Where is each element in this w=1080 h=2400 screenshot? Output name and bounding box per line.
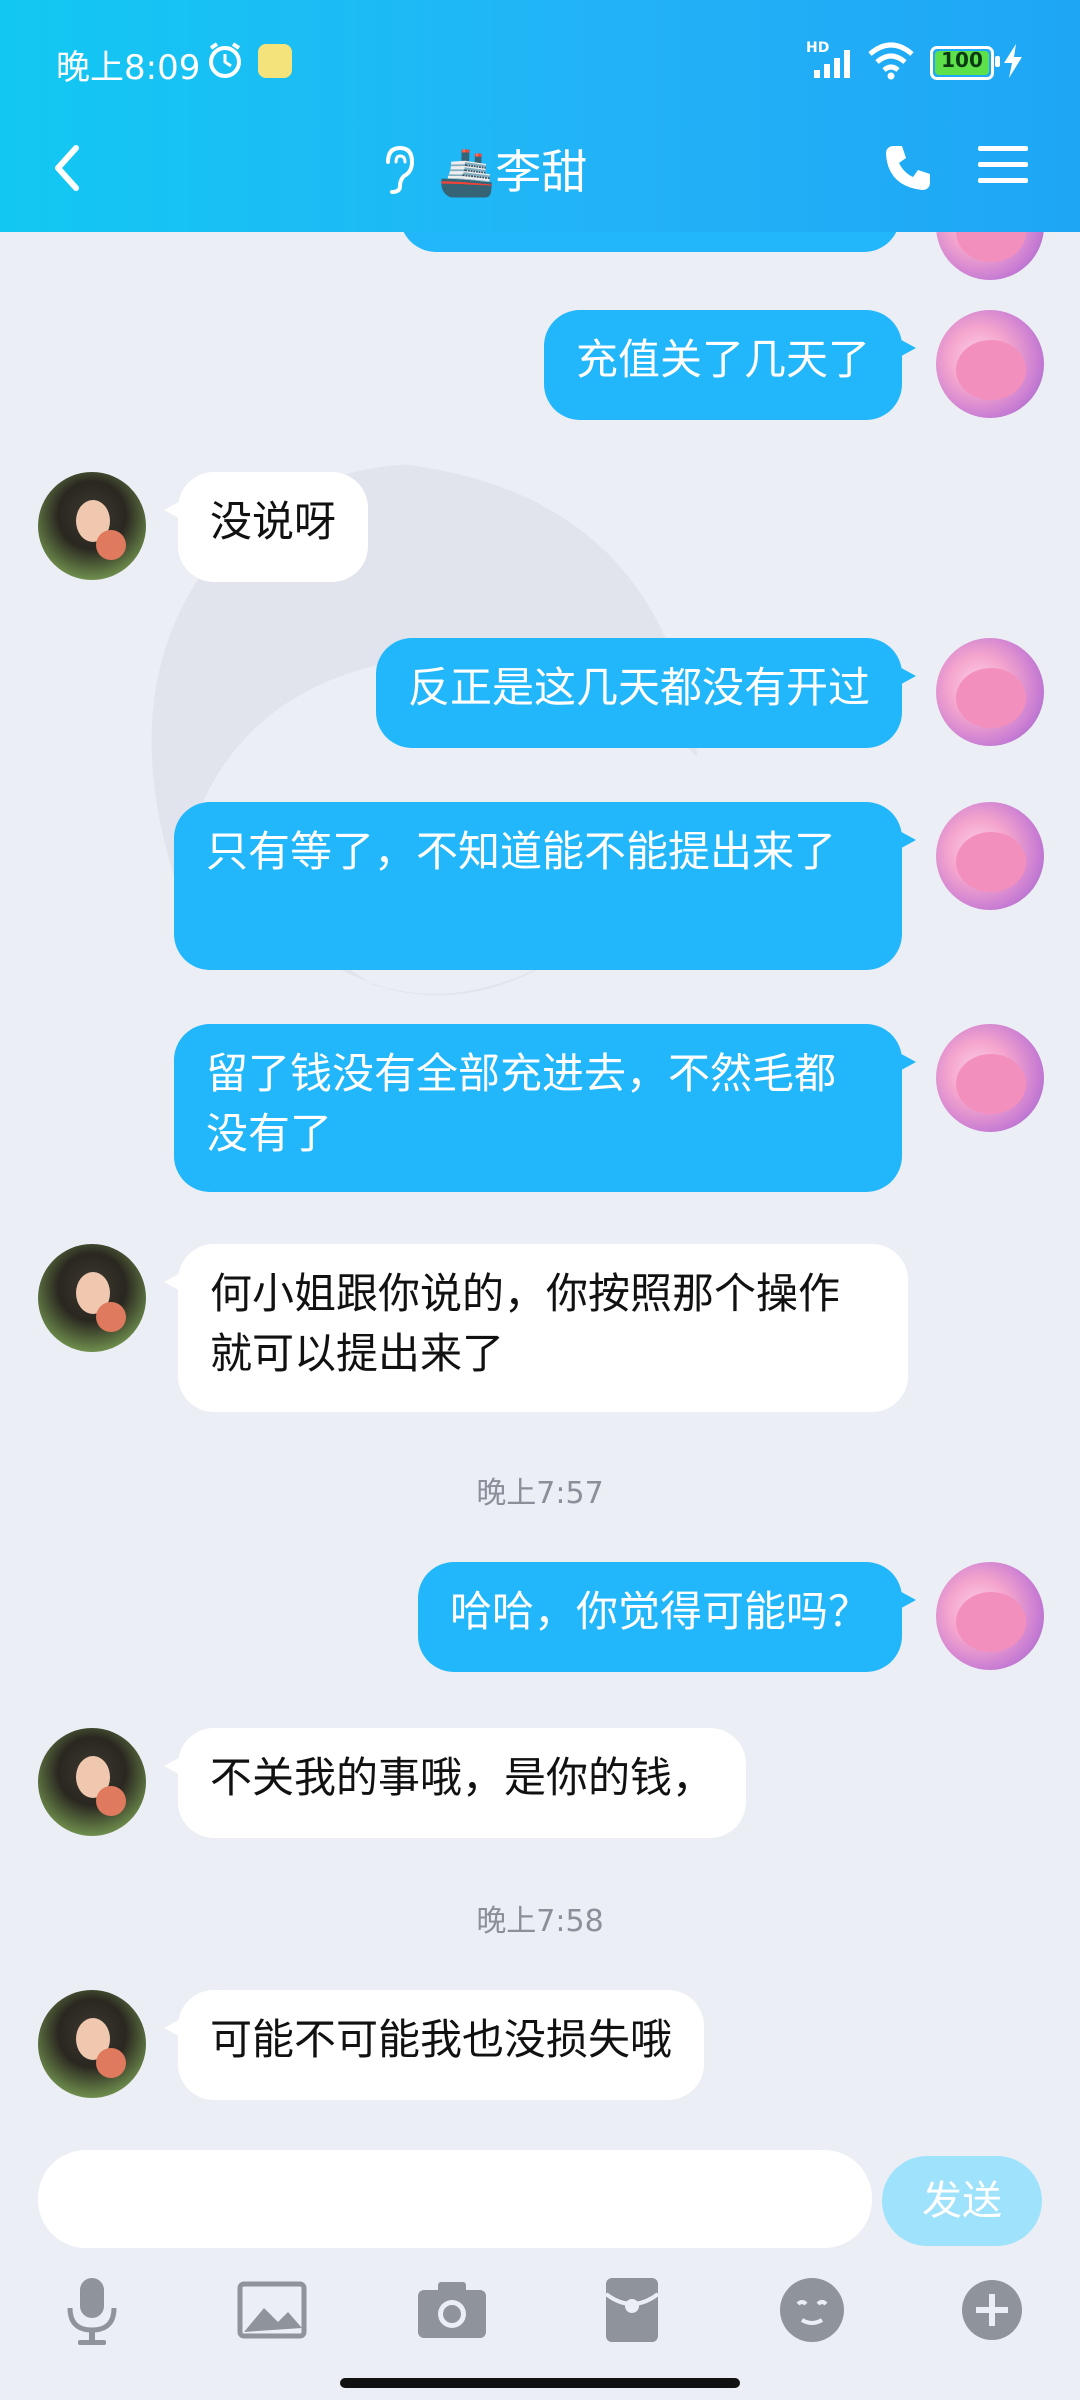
alarm-icon [209, 42, 241, 78]
self-avatar[interactable] [936, 310, 1044, 418]
message-bubble[interactable]: 充值关了几天了 [543, 310, 917, 420]
self-avatar[interactable] [936, 638, 1044, 746]
message-bubble[interactable]: 没说呀 [163, 472, 369, 582]
battery-icon: 100 [930, 46, 1000, 80]
back-icon[interactable] [40, 138, 100, 198]
earpiece-mode-icon[interactable] [378, 142, 418, 198]
input-toolbar [0, 2270, 1080, 2360]
phone-call-icon[interactable] [880, 140, 936, 196]
menu-icon[interactable] [976, 140, 1030, 188]
nav-bar: 🚢李甜 [0, 120, 1080, 232]
header-bar: 晚上8:09 HD 100 🚢李甜 [0, 0, 1080, 232]
chat-area[interactable]: 充值关了几天了 没说呀 反正是这几天都没有开过 只有等了，不知道能不能提出来了 … [0, 232, 1080, 2132]
message-bubble[interactable]: 只有等了，不知道能不能提出来了 [174, 802, 916, 970]
camera-icon[interactable] [412, 2270, 492, 2350]
send-button[interactable]: 发送 [882, 2156, 1042, 2246]
self-avatar[interactable] [936, 1024, 1044, 1132]
message-bubble-partial [400, 232, 900, 252]
self-avatar[interactable] [936, 1562, 1044, 1670]
status-time: 晚上8:09 [56, 48, 201, 88]
message-timestamp: 晚上7:58 [476, 1904, 604, 1939]
message-input[interactable] [38, 2150, 872, 2248]
message-bubble[interactable]: 不关我的事哦，是你的钱， [163, 1728, 747, 1838]
self-avatar[interactable] [936, 802, 1044, 910]
signal-icon [814, 50, 850, 78]
contact-avatar[interactable] [38, 1990, 146, 2098]
charging-icon [1004, 44, 1022, 78]
message-bubble[interactable]: 哈哈，你觉得可能吗？ [417, 1562, 917, 1672]
message-bubble[interactable]: 何小姐跟你说的，你按照那个操作就可以提出来了 [164, 1244, 908, 1412]
message-bubble[interactable]: 可能不可能我也没损失哦 [163, 1990, 705, 2100]
chat-title[interactable]: 🚢李甜 [438, 136, 587, 202]
contact-avatar[interactable] [38, 472, 146, 580]
message-bubble[interactable]: 留了钱没有全部充进去，不然毛都没有了 [174, 1024, 916, 1192]
red-packet-icon[interactable] [592, 2270, 672, 2350]
plus-icon[interactable] [952, 2270, 1032, 2350]
self-avatar[interactable] [936, 232, 1044, 280]
status-bar: 晚上8:09 HD 100 [0, 0, 1080, 120]
message-bubble[interactable]: 反正是这几天都没有开过 [375, 638, 917, 748]
wifi-icon [868, 42, 914, 80]
message-timestamp: 晚上7:57 [476, 1476, 604, 1511]
contact-avatar[interactable] [38, 1728, 146, 1836]
battery-level: 100 [941, 48, 983, 72]
contact-avatar[interactable] [38, 1244, 146, 1352]
input-bar: 发送 [0, 2132, 1080, 2400]
notification-badge-icon [258, 44, 292, 78]
image-icon[interactable] [232, 2270, 312, 2350]
emoji-icon[interactable] [772, 2270, 852, 2350]
microphone-icon[interactable] [52, 2270, 132, 2350]
home-indicator[interactable] [340, 2378, 740, 2388]
